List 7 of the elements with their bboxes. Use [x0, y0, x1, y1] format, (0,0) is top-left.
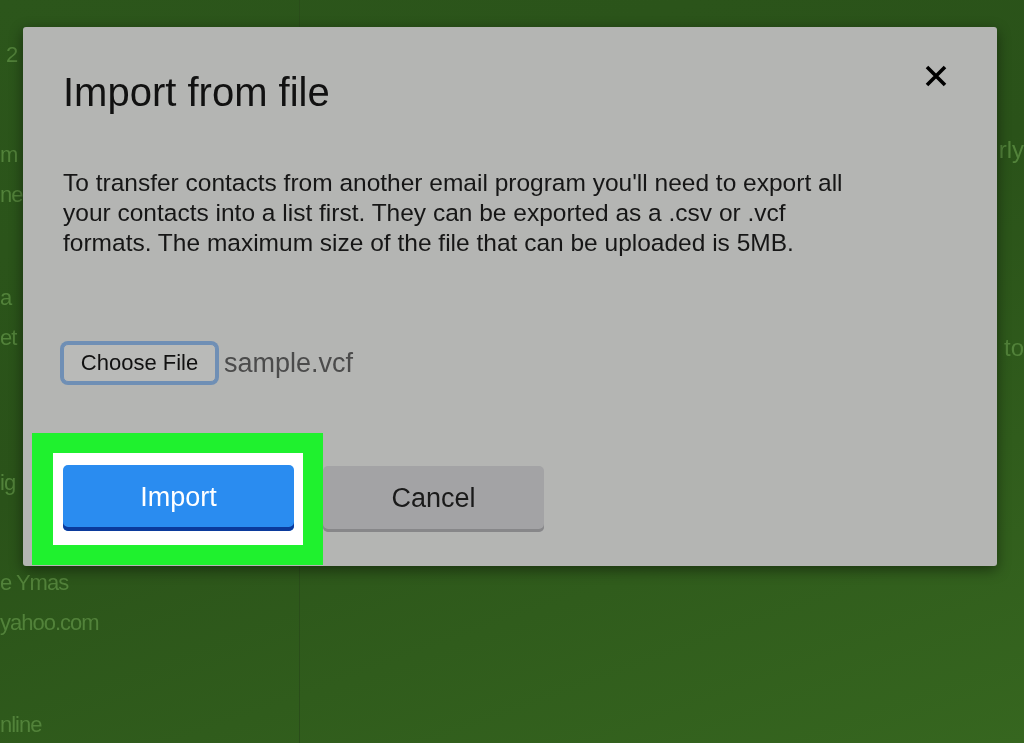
dialog-message: To transfer contacts from another email program you'll need to export all your contacts into a list first. They can be exported as a .csv or .vcf formats. The maximum size of the file that can be uploaded is 5MB.: [63, 168, 844, 258]
dialog-title: Import from file: [63, 70, 330, 114]
close-button[interactable]: [924, 64, 948, 88]
choose-file-button[interactable]: Choose File: [63, 344, 216, 383]
secondary-action-button[interactable]: Cancel: [323, 465, 544, 532]
file-name: sample.vcf: [224, 347, 354, 380]
close-icon: [924, 64, 948, 88]
